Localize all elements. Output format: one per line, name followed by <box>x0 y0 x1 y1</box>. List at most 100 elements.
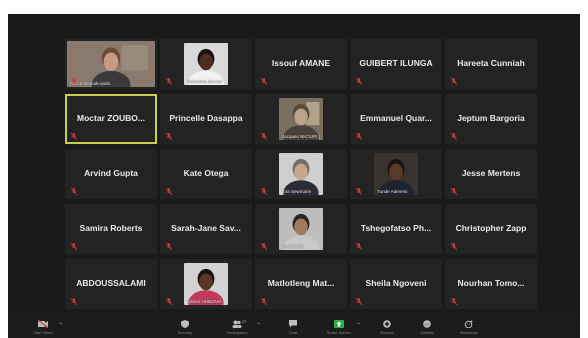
participant-tile[interactable]: Matlotleng Mat... <box>255 259 347 309</box>
muted-mic-icon <box>355 187 363 196</box>
share-screen-label: Share Screen <box>326 330 352 335</box>
muted-mic-icon <box>70 242 78 251</box>
start-video-button[interactable]: Start Video <box>33 320 53 335</box>
record-button[interactable]: Record <box>378 320 396 335</box>
participant-video-label: Silwan HUBONIA <box>187 299 223 304</box>
muted-mic-icon <box>450 297 458 306</box>
muted-mic-icon <box>165 242 173 251</box>
participant-tile[interactable]: Samira Roberts <box>65 204 157 254</box>
chat-icon <box>289 320 297 328</box>
participant-tile[interactable]: Sarah-Jane Sav... <box>160 204 252 254</box>
participant-tile[interactable]: Silwan HUBONIA <box>160 259 252 309</box>
participant-name: Kate Otega <box>183 168 229 178</box>
participant-name: Sarah-Jane Sav... <box>171 223 241 233</box>
muted-mic-icon <box>260 242 268 251</box>
participant-tile[interactable]: GUIBERT ILUNGA <box>350 39 442 89</box>
participant-name: Emmanuel Quar... <box>360 113 432 123</box>
participant-tile[interactable]: Tunde Aderemi <box>350 149 442 199</box>
muted-mic-icon <box>70 132 78 141</box>
participant-video-label: Grace Mamakoiyala <box>70 81 111 86</box>
participant-video-label: Ali ABDOU <box>282 244 305 249</box>
participant-tile[interactable]: Emmanuel Quar... <box>350 94 442 144</box>
participant-tile[interactable]: Jeptum Bargoria <box>445 94 537 144</box>
muted-mic-icon <box>165 187 173 196</box>
participants-count: 27 <box>242 319 247 324</box>
participants-button[interactable]: 27 Participants <box>227 319 248 335</box>
muted-mic-icon <box>70 297 78 306</box>
participant-name: Issouf AMANE <box>271 58 331 68</box>
participant-tile[interactable]: Jacques NKOURI (E... <box>255 94 347 144</box>
participant-video: Ibra Sewmarie <box>279 153 323 195</box>
smiley-plus-icon <box>464 320 473 328</box>
participant-tile[interactable]: Issouf AMANE <box>255 39 347 89</box>
muted-mic-icon <box>165 132 173 141</box>
muted-mic-icon <box>450 132 458 141</box>
reactions-label: Reactions <box>460 330 478 335</box>
zoom-meeting-window: Grace Mamakoiyala Makumbu Beccut Issouf AM… <box>8 14 580 338</box>
participant-video-label: Tunde Aderemi <box>377 189 408 194</box>
participant-tile[interactable]: Nourhan Tomo... <box>445 259 537 309</box>
subtitle-label: Subtitle <box>420 330 434 335</box>
participant-video: Grace Mamakoiyala <box>67 41 155 87</box>
participant-tile[interactable]: Moctar ZOUBO... <box>65 94 157 144</box>
participant-video: Silwan HUBONIA <box>184 263 228 305</box>
muted-mic-icon <box>70 77 78 86</box>
title-bar <box>8 14 580 38</box>
participants-icon <box>232 320 242 328</box>
participant-tile[interactable]: Grace Mamakoiyala <box>65 39 157 89</box>
participant-tile[interactable]: Arvind Gupta <box>65 149 157 199</box>
participant-name: GUIBERT ILUNGA <box>359 58 433 68</box>
video-off-icon <box>38 320 48 328</box>
share-options-caret[interactable]: ⌃ <box>356 322 361 329</box>
participants-options-caret[interactable]: ⌃ <box>256 322 261 329</box>
participant-tile[interactable]: Sheila Ngoveni <box>350 259 442 309</box>
meeting-toolbar: Start Video ⌃ Security 27 Participants ⌃… <box>8 316 580 338</box>
shield-icon <box>181 320 189 328</box>
video-options-caret[interactable]: ⌃ <box>58 322 63 329</box>
participant-name: Moctar ZOUBO... <box>76 113 145 123</box>
security-label: Security <box>177 330 193 335</box>
participant-name: Hareeta Cunniah <box>457 58 525 68</box>
muted-mic-icon <box>165 297 173 306</box>
svg-text:CC: CC <box>424 322 430 326</box>
muted-mic-icon <box>70 187 78 196</box>
participant-name: Arvind Gupta <box>84 168 138 178</box>
participant-tile[interactable]: Kate Otega <box>160 149 252 199</box>
chat-button[interactable]: Chat <box>284 320 302 335</box>
participant-name: Samira Roberts <box>79 223 143 233</box>
participant-name: ABDOUSSALAMI <box>76 278 146 288</box>
muted-mic-icon <box>260 132 268 141</box>
muted-mic-icon <box>260 297 268 306</box>
participant-tile[interactable]: Ibra Sewmarie <box>255 149 347 199</box>
participant-tile[interactable]: Hareeta Cunniah <box>445 39 537 89</box>
muted-mic-icon <box>355 297 363 306</box>
participant-tile[interactable]: ABDOUSSALAMI <box>65 259 157 309</box>
security-button[interactable]: Security <box>176 320 194 335</box>
record-label: Record <box>380 330 394 335</box>
participant-tile[interactable]: Makumbu Beccut <box>160 39 252 89</box>
reactions-button[interactable]: Reactions <box>460 320 478 335</box>
participant-video-label: Makumbu Beccut <box>187 79 222 84</box>
participant-tile[interactable]: Ali ABDOU <box>255 204 347 254</box>
participant-name: Jeptum Bargoria <box>457 113 525 123</box>
muted-mic-icon <box>450 187 458 196</box>
subtitle-button[interactable]: CC Subtitle <box>418 320 436 335</box>
participant-tile[interactable]: Christopher Zapp <box>445 204 537 254</box>
participant-video: Ali ABDOU <box>279 208 323 250</box>
start-video-label: Start Video <box>33 330 53 335</box>
participant-video: Makumbu Beccut <box>184 43 228 85</box>
participant-name: Matlotleng Mat... <box>267 278 335 288</box>
participant-video: Jacques NKOURI (E... <box>279 98 323 140</box>
participant-name: Christopher Zapp <box>455 223 527 233</box>
muted-mic-icon <box>260 77 268 86</box>
closed-caption-icon: CC <box>423 320 431 328</box>
participant-tile[interactable]: Jesse Mertens <box>445 149 537 199</box>
participant-tile[interactable]: Princelle Dasappa <box>160 94 252 144</box>
muted-mic-icon <box>260 187 268 196</box>
muted-mic-icon <box>450 242 458 251</box>
muted-mic-icon <box>355 132 363 141</box>
participant-tile[interactable]: Tshegofatso Ph... <box>350 204 442 254</box>
share-screen-button[interactable]: Share Screen <box>327 320 351 335</box>
participant-video-label: Ibra Sewmarie <box>282 189 312 194</box>
participant-name: Princelle Dasappa <box>169 113 243 123</box>
